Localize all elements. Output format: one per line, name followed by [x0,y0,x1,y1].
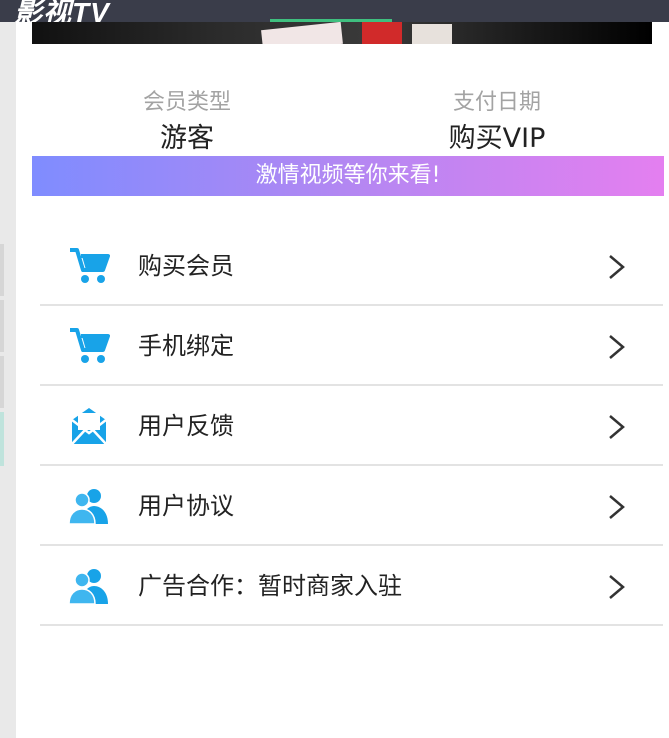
menu-item-feedback[interactable]: 用户反馈 [40,386,663,466]
left-side-tab[interactable] [0,300,4,352]
cart-icon [70,328,110,363]
chevron-right-icon [609,255,625,279]
top-bar: 影视TV [0,0,669,28]
chevron-right-icon [609,575,625,599]
chevron-right-icon [609,415,625,439]
settings-menu: 购买会员 手机绑定 用户反馈 用户协议 广告合作：暂时商家入驻 [40,226,663,626]
menu-item-user-agreement[interactable]: 用户协议 [40,466,663,546]
member-type-value: 游客 [160,123,214,154]
mail-icon [71,408,107,445]
menu-item-label: 手机绑定 [138,332,234,360]
menu-item-label: 广告合作：暂时商家入驻 [138,572,402,600]
promo-banner[interactable]: 激情视频等你来看! [32,156,664,196]
chevron-right-icon [609,335,625,359]
chevron-right-icon [609,495,625,519]
profile-banner-image [32,22,652,44]
left-side-tab[interactable] [0,244,4,296]
pay-date-block[interactable]: 支付日期 购买VIP [342,66,652,156]
banner-decoration [362,22,402,44]
menu-item-ad-cooperation[interactable]: 广告合作：暂时商家入驻 [40,546,663,626]
menu-item-buy-membership[interactable]: 购买会员 [40,226,663,306]
cart-icon [70,248,110,283]
buy-vip-link[interactable]: 购买VIP [342,122,652,156]
left-side-tab[interactable] [0,356,4,408]
pay-date-label: 支付日期 [452,90,541,115]
menu-item-label: 用户协议 [138,492,234,520]
menu-item-label: 用户反馈 [138,412,234,440]
banner-decoration [412,24,452,44]
banner-decoration [261,22,343,44]
menu-item-bind-phone[interactable]: 手机绑定 [40,306,663,386]
left-side-tab-active[interactable] [0,412,4,466]
member-type-label: 会员类型 [142,90,231,115]
users-icon [68,569,108,605]
users-icon [68,489,108,525]
member-type-block: 会员类型 游客 [32,66,342,156]
menu-item-label: 购买会员 [138,252,234,280]
